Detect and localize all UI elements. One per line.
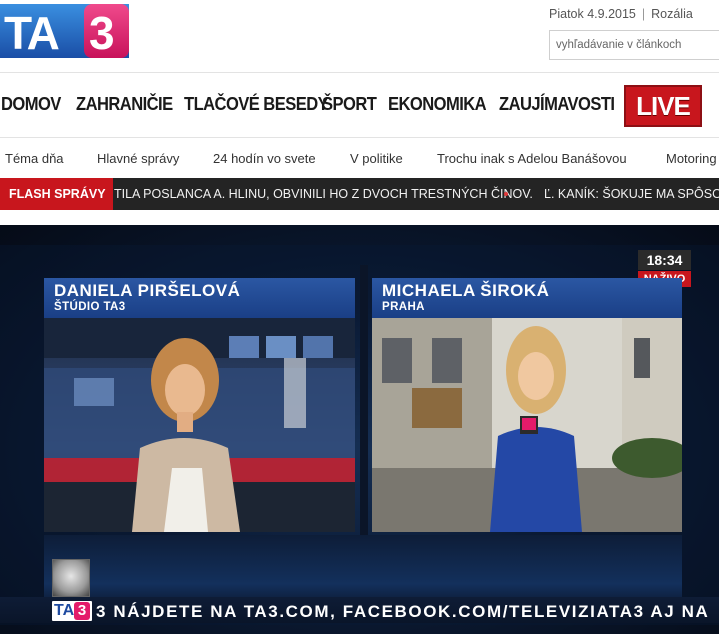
left-reporter-location: ŠTÚDIO TA3	[54, 301, 126, 313]
subnav-item-v-politike[interactable]: V politike	[350, 151, 403, 166]
right-panel-header: MICHAELA ŠIROKÁ PRAHA	[372, 278, 682, 318]
date-nameday-line: Piatok 4.9.2015 | Rozália	[545, 5, 719, 23]
nav-item-sport[interactable]: ŠPORT	[322, 94, 377, 115]
studio-scene-image	[44, 318, 355, 532]
subnav-item-trochu-inak[interactable]: Trochu inak s Adelou Banášovou	[437, 151, 627, 166]
svg-text:3: 3	[89, 7, 115, 58]
studio-feed	[44, 318, 355, 532]
nav-item-zaujimavosti[interactable]: ZAUJÍMAVOSTI	[499, 94, 615, 115]
left-panel-header: DANIELA PIRŠELOVÁ ŠTÚDIO TA3	[44, 278, 355, 318]
video-player[interactable]: 18:34 NAŽIVO DANIELA PIRŠELOVÁ ŠTÚDIO TA…	[0, 225, 719, 634]
broadcast-clock: 18:34	[638, 250, 691, 270]
nav-item-tlacove-besedy[interactable]: TLAČOVÉ BESEDY	[184, 94, 329, 115]
header-info: Piatok 4.9.2015 | Rozália	[545, 5, 719, 60]
date-separator: |	[641, 7, 646, 21]
praha-feed	[372, 318, 682, 532]
ticker-logo-ta: TA	[54, 602, 75, 619]
lower-graphic-band	[44, 535, 682, 605]
subnav-item-24-hodin[interactable]: 24 hodín vo svete	[213, 151, 316, 166]
ticker-text: 3 NÁJDETE NA TA3.COM, FACEBOOK.COM/TELEV…	[96, 602, 710, 621]
left-reporter-name: DANIELA PIRŠELOVÁ	[54, 281, 241, 300]
right-reporter-name: MICHAELA ŠIROKÁ	[382, 281, 550, 300]
ta3-logo[interactable]: TA 3	[0, 4, 129, 58]
flash-news-bar: TILA POSLANCA A. HLINU, OBVINILI HO Z DV…	[0, 178, 719, 210]
subnav-item-tema-dna[interactable]: Téma dňa	[5, 151, 64, 166]
nav-item-domov[interactable]: DOMOV	[1, 94, 61, 115]
nameday: Rozália	[651, 7, 693, 21]
flash-news-item[interactable]: TILA POSLANCA A. HLINU, OBVINILI HO Z DV…	[114, 178, 533, 210]
current-date: Piatok 4.9.2015	[549, 7, 636, 21]
subnav-item-motoring[interactable]: Motoring	[666, 151, 717, 166]
ticker-ta3-logo: TA 3	[52, 601, 92, 621]
nav-item-ekonomika[interactable]: EKONOMIKA	[388, 94, 487, 115]
flash-news-label: FLASH SPRÁVY	[0, 178, 113, 210]
subnav-item-hlavne-spravy[interactable]: Hlavné správy	[97, 151, 179, 166]
svg-text:TA: TA	[4, 7, 59, 58]
ticker-logo-3: 3	[74, 602, 90, 620]
sub-nav: Téma dňa Hlavné správy 24 hodín vo svete…	[0, 139, 719, 177]
right-reporter-location: PRAHA	[382, 301, 425, 313]
nav-item-zahranicie[interactable]: ZAHRANIČIE	[76, 94, 173, 115]
guest-thumbnail	[52, 559, 90, 597]
live-button[interactable]: LIVE	[624, 85, 702, 127]
praha-scene-image	[372, 318, 682, 532]
flash-news-item[interactable]: Ľ. KANÍK: ŠOKUJE MA SPÔSOB P	[544, 178, 719, 210]
main-nav: DOMOV ZAHRANIČIE TLAČOVÉ BESEDY ŠPORT EK…	[0, 72, 719, 138]
flash-separator-dot	[504, 192, 508, 196]
search-input[interactable]	[549, 30, 719, 60]
